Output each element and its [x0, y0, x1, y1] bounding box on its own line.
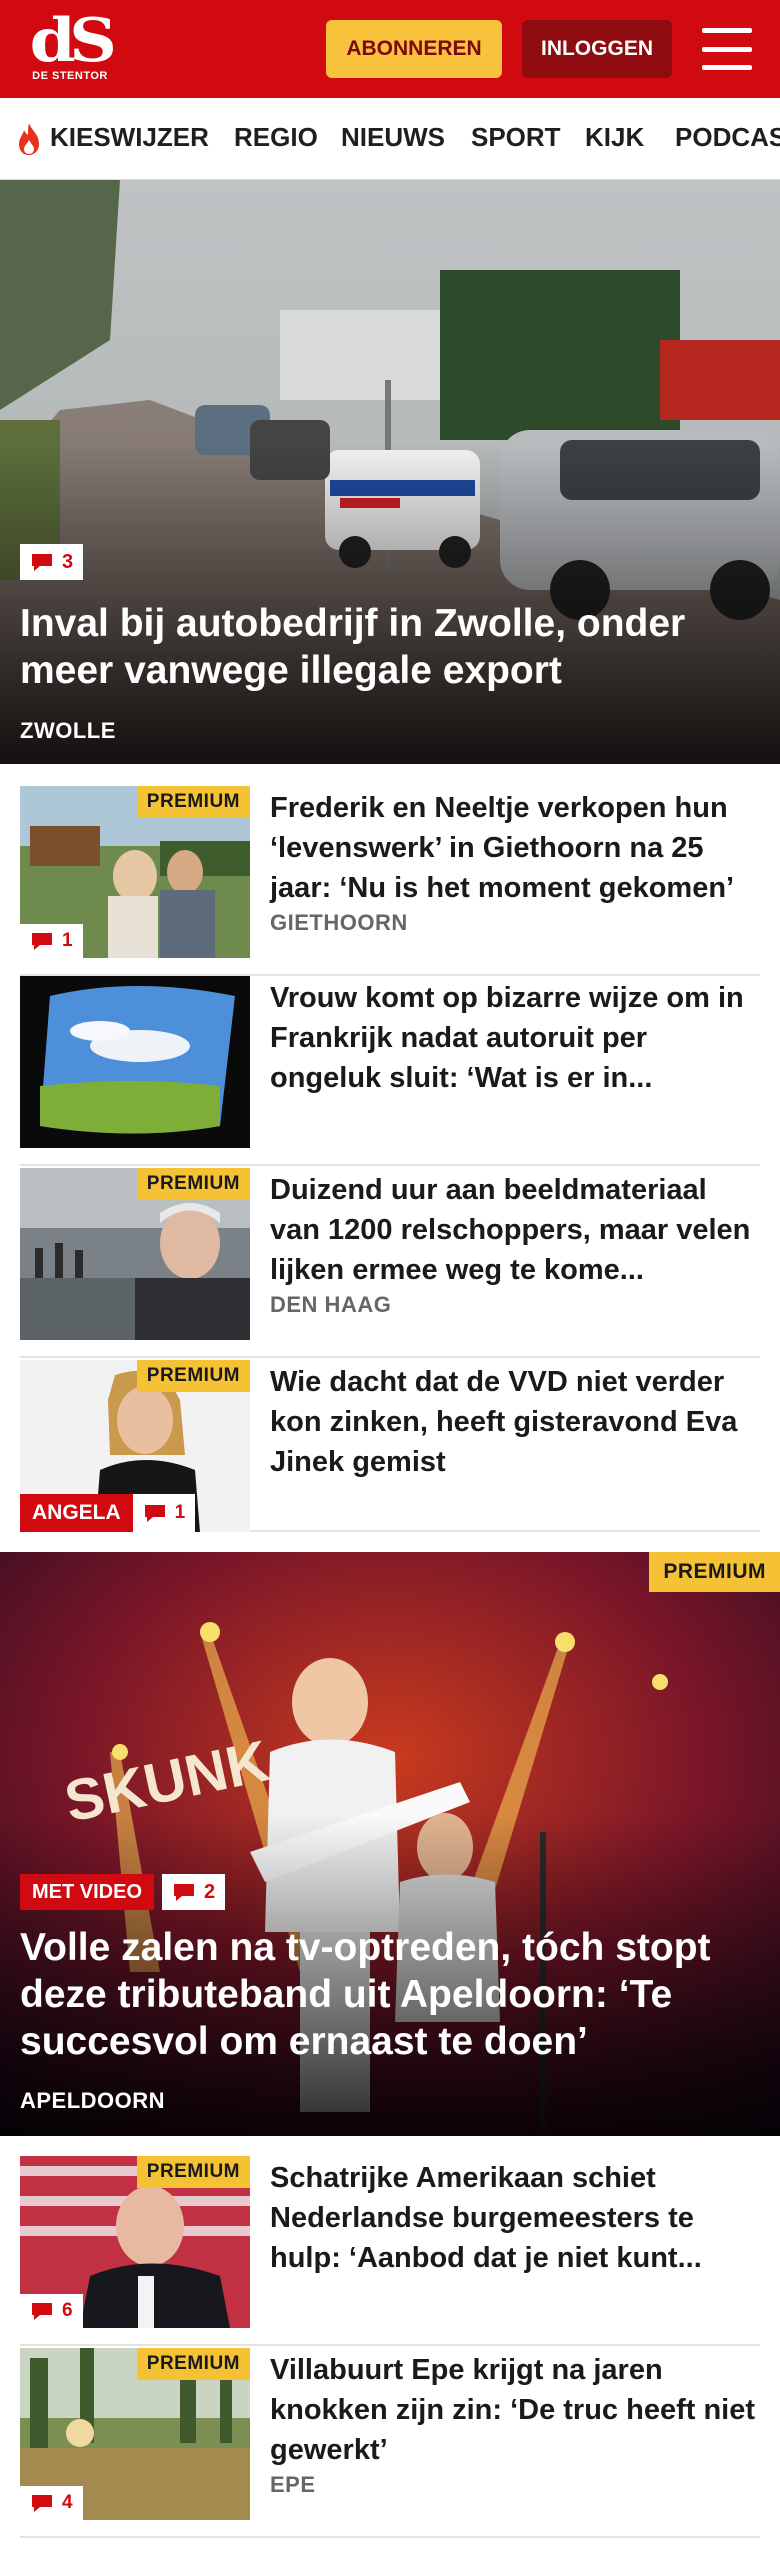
- article-title: Wie dacht dat de VVD niet verder kon zin…: [270, 1366, 738, 1478]
- article-card-relschoppers[interactable]: PREMIUM Duizend uur aan beeldmateriaal v…: [20, 1168, 760, 1358]
- nav-item-kijk[interactable]: KIJK: [585, 122, 644, 153]
- comment-count-badge: 4: [20, 2486, 83, 2520]
- article-thumbnail: [20, 976, 250, 1148]
- hero-location: APELDOORN: [20, 2088, 166, 2113]
- article-card-giethoorn[interactable]: PREMIUM 1 Frederik en Neeltje verkopen h…: [20, 786, 760, 976]
- hero-title: Volle zalen na tv-optreden, tóch stopt d…: [20, 1926, 711, 2063]
- menu-icon[interactable]: [700, 24, 754, 74]
- article-title: Frederik en Neeltje verkopen hun ‘levens…: [270, 792, 735, 904]
- premium-badge: PREMIUM: [136, 2156, 250, 2188]
- top-header: dS DE STENTOR ABONNEREN INLOGGEN: [0, 0, 780, 98]
- site-logo[interactable]: dS DE STENTOR: [28, 11, 117, 84]
- comment-count-badge: 1: [20, 924, 83, 958]
- video-badge: MET VIDEO: [20, 1874, 155, 1910]
- comment-icon: [174, 1884, 195, 1901]
- nav-item-regio[interactable]: REGIO: [234, 122, 318, 153]
- hero-title: Inval bij autobedrijf in Zwolle, onder m…: [20, 602, 686, 692]
- article-title: Schatrijke Amerikaan schiet Nederlandse …: [270, 2162, 702, 2274]
- logo-mark: dS: [29, 6, 117, 76]
- comment-icon: [32, 554, 52, 571]
- comment-count-badge: 6: [20, 2294, 83, 2328]
- article-card-frankrijk[interactable]: Vrouw komt op bizarre wijze om in Frankr…: [20, 976, 760, 1166]
- comment-icon: [32, 2303, 52, 2320]
- premium-badge: PREMIUM: [136, 1360, 250, 1392]
- comment-icon: [144, 1505, 165, 1522]
- article-title: Villabuurt Epe krijgt na jaren knokken z…: [270, 2354, 756, 2466]
- main-nav: KIESWIJZER REGIO NIEUWS SPORT KIJK PODCA…: [0, 98, 780, 180]
- subscribe-button[interactable]: ABONNEREN: [326, 20, 502, 78]
- nav-item-podcast[interactable]: PODCAS: [675, 122, 780, 153]
- article-thumbnail: PREMIUM 1: [20, 786, 250, 958]
- comment-count-badge: 1: [132, 1494, 196, 1532]
- hero-article-apeldoorn[interactable]: SKUNK PREMIUM MET VIDEO 2 Volle zalen na…: [0, 1552, 780, 2136]
- premium-badge: PREMIUM: [136, 1168, 250, 1200]
- comment-icon: [32, 2495, 52, 2512]
- hero-article-zwolle[interactable]: 3 Inval bij autobedrijf in Zwolle, onder…: [0, 180, 780, 764]
- article-card-amerikaan[interactable]: PREMIUM 6 Schatrijke Amerikaan schiet Ne…: [20, 2156, 760, 2346]
- article-card-eva-jinek[interactable]: PREMIUM ANGELA 1 Wie dacht dat de VVD ni…: [20, 1360, 760, 1532]
- comment-icon: [32, 933, 52, 950]
- article-thumbnail: PREMIUM 6: [20, 2156, 250, 2328]
- article-thumbnail: PREMIUM 4: [20, 2348, 250, 2520]
- article-title: Vrouw komt op bizarre wijze om in Frankr…: [270, 982, 744, 1094]
- nav-item-sport[interactable]: SPORT: [471, 122, 561, 153]
- author-tag: ANGELA: [20, 1494, 133, 1532]
- premium-badge: PREMIUM: [649, 1552, 780, 1592]
- premium-badge: PREMIUM: [136, 786, 250, 818]
- flame-icon: [19, 123, 39, 155]
- comment-count-badge: 2: [162, 1874, 226, 1910]
- article-thumbnail: PREMIUM: [20, 1168, 250, 1340]
- article-title: Duizend uur aan beeldmateriaal van 1200 …: [270, 1174, 751, 1286]
- nav-item-nieuws[interactable]: NIEUWS: [341, 122, 445, 153]
- article-location: EPE: [270, 2472, 316, 2497]
- article-thumbnail: PREMIUM ANGELA 1: [20, 1360, 250, 1532]
- hero-location: ZWOLLE: [20, 718, 116, 743]
- nav-item-kieswijzer[interactable]: KIESWIJZER: [50, 122, 209, 153]
- premium-badge: PREMIUM: [136, 2348, 250, 2380]
- article-card-epe[interactable]: PREMIUM 4 Villabuurt Epe krijgt na jaren…: [20, 2348, 760, 2538]
- article-location: GIETHOORN: [270, 910, 408, 935]
- comment-count-badge: 3: [20, 544, 84, 580]
- article-location: DEN HAAG: [270, 1292, 392, 1317]
- login-button[interactable]: INLOGGEN: [522, 20, 672, 78]
